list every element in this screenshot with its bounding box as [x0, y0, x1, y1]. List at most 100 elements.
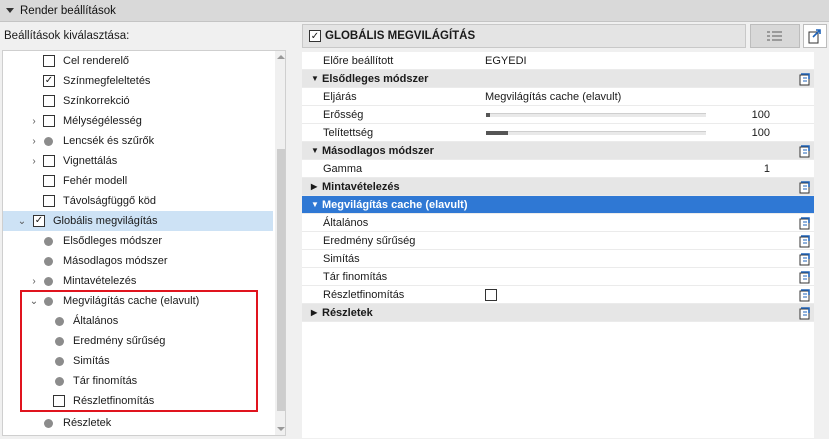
saturation-slider[interactable]	[486, 131, 706, 135]
row-detail-refine[interactable]: Részletfinomítás	[302, 286, 814, 304]
row-value[interactable]: EGYEDI	[485, 55, 527, 67]
chevron-down-icon[interactable]: ⌄	[29, 296, 39, 307]
tree-item-smoothing[interactable]: Simítás	[3, 351, 273, 371]
chevron-down-icon[interactable]: ⌄	[17, 216, 27, 227]
checkbox[interactable]	[43, 195, 55, 207]
section-primary-method[interactable]: ▼ Elsődleges módszer	[302, 70, 814, 88]
row-saturation[interactable]: Telítettség 100	[302, 124, 814, 142]
checkbox-checked[interactable]: ✓	[43, 75, 55, 87]
export-button[interactable]	[803, 24, 827, 48]
row-name: Telítettség	[323, 126, 374, 139]
link-settings-icon[interactable]	[798, 251, 812, 266]
checkbox[interactable]	[43, 95, 55, 107]
detail-refine-checkbox[interactable]	[485, 289, 497, 301]
property-grid[interactable]: Előre beállított EGYEDI ▼ Elsődleges mód…	[302, 52, 814, 438]
row-store-refine[interactable]: Tár finomítás	[302, 268, 814, 286]
tree-item-vignetting[interactable]: › Vignettálás	[3, 151, 273, 171]
tree-item-label: Távolságfüggő köd	[63, 195, 156, 207]
tree-item-white-model[interactable]: Fehér modell	[3, 171, 273, 191]
list-view-button[interactable]	[750, 24, 800, 48]
tree-item-color-mapping[interactable]: ✓ Színmegfeleltetés	[3, 71, 273, 91]
tree-item-global-illumination[interactable]: ⌄ ✓ Globális megvilágítás	[3, 211, 273, 231]
tree-item-cel-renderer[interactable]: Cel renderelő	[3, 51, 273, 71]
row-gamma[interactable]: Gamma 1	[302, 160, 814, 178]
link-settings-icon[interactable]	[798, 215, 812, 230]
expand-triangle-icon[interactable]: ▶	[311, 308, 317, 317]
tree-item-details[interactable]: Részletek	[3, 413, 273, 433]
row-name: Simítás	[323, 252, 360, 265]
link-settings-icon[interactable]	[798, 233, 812, 248]
tree-item-label: Globális megvilágítás	[53, 215, 158, 227]
tree-item-label: Lencsék és szűrők	[63, 135, 155, 147]
link-settings-icon[interactable]	[798, 269, 812, 284]
section-name: Mintavételezés	[322, 180, 400, 193]
tree-item-primary-method[interactable]: Elsődleges módszer	[3, 231, 273, 251]
tree-item-lenses-filters[interactable]: › Lencsék és szűrők	[3, 131, 273, 151]
checkbox[interactable]	[43, 175, 55, 187]
tree-item-store-refine[interactable]: Tár finomítás	[3, 371, 273, 391]
tree-item-label: Simítás	[73, 355, 110, 367]
collapse-triangle-icon[interactable]	[6, 8, 14, 13]
link-settings-icon[interactable]	[798, 179, 812, 194]
chevron-right-icon[interactable]: ›	[29, 116, 39, 127]
strength-slider[interactable]	[486, 113, 706, 117]
expand-triangle-icon[interactable]: ▶	[311, 182, 317, 191]
link-settings-icon[interactable]	[798, 305, 812, 320]
tree-item-general[interactable]: Általános	[3, 311, 273, 331]
section-details[interactable]: ▶ Részletek	[302, 304, 814, 322]
tree-item-label: Elsődleges módszer	[63, 235, 163, 247]
tree-item-secondary-method[interactable]: Másodlagos módszer	[3, 251, 273, 271]
tree-item-sampling[interactable]: › Mintavételezés	[3, 271, 273, 291]
settings-tree[interactable]: Cel renderelő ✓ Színmegfeleltetés Színko…	[2, 50, 286, 436]
bullet-icon	[44, 136, 53, 146]
section-secondary-method[interactable]: ▼ Másodlagos módszer	[302, 142, 814, 160]
checkbox[interactable]	[43, 115, 55, 127]
tree-item-depth-of-field[interactable]: › Mélységélesség	[3, 111, 273, 131]
tree-item-color-correction[interactable]: Színkorrekció	[3, 91, 273, 111]
row-value[interactable]: 100	[752, 109, 770, 121]
chevron-right-icon[interactable]: ›	[29, 276, 39, 287]
row-smoothing[interactable]: Simítás	[302, 250, 814, 268]
checkbox[interactable]	[43, 55, 55, 67]
tree-item-distance-fog[interactable]: Távolságfüggő köd	[3, 191, 273, 211]
row-method[interactable]: Eljárás Megvilágítás cache (elavult)	[302, 88, 814, 106]
bullet-icon	[44, 276, 53, 286]
section-sampling[interactable]: ▶ Mintavételezés	[302, 178, 814, 196]
scroll-up-icon[interactable]	[277, 55, 285, 59]
bullet-icon	[44, 256, 53, 266]
row-value[interactable]: 1	[764, 163, 770, 175]
checkbox-checked[interactable]: ✓	[309, 30, 321, 42]
bullet-icon	[44, 418, 53, 428]
tree-item-detail-refine[interactable]: Részletfinomítás	[3, 391, 273, 411]
row-strength[interactable]: Erősség 100	[302, 106, 814, 124]
bullet-icon	[55, 316, 64, 326]
section-light-cache[interactable]: ▼ Megvilágítás cache (elavult)	[302, 196, 814, 214]
method-dropdown[interactable]: Megvilágítás cache (elavult)	[485, 91, 621, 103]
collapse-triangle-icon[interactable]: ▼	[311, 74, 319, 83]
checkbox[interactable]	[43, 155, 55, 167]
tree-scrollbar[interactable]	[275, 51, 285, 435]
link-settings-icon[interactable]	[798, 143, 812, 158]
scroll-down-icon[interactable]	[277, 427, 285, 431]
collapse-triangle-icon[interactable]: ▼	[311, 146, 319, 155]
chevron-right-icon[interactable]: ›	[29, 136, 39, 147]
tree-item-result-density[interactable]: Eredmény sűrűség	[3, 331, 273, 351]
row-general[interactable]: Általános	[302, 214, 814, 232]
checkbox[interactable]	[53, 395, 65, 407]
collapse-triangle-icon[interactable]: ▼	[311, 200, 319, 209]
row-value[interactable]: 100	[752, 127, 770, 139]
chevron-right-icon[interactable]: ›	[29, 156, 39, 167]
row-result-density[interactable]: Eredmény sűrűség	[302, 232, 814, 250]
link-settings-icon[interactable]	[798, 71, 812, 86]
bullet-icon	[55, 376, 64, 386]
link-settings-icon[interactable]	[798, 287, 812, 302]
panel-header[interactable]: Render beállítások	[0, 0, 829, 22]
row-preset[interactable]: Előre beállított EGYEDI	[302, 52, 814, 70]
scroll-thumb[interactable]	[277, 149, 285, 411]
tree-item-light-cache[interactable]: ⌄ Megvilágítás cache (elavult)	[3, 291, 273, 311]
checkbox-checked[interactable]: ✓	[33, 215, 45, 227]
row-name: Részletfinomítás	[323, 288, 405, 301]
slider-fill	[486, 113, 491, 117]
row-name: Általános	[323, 216, 369, 229]
bullet-icon	[55, 336, 64, 346]
